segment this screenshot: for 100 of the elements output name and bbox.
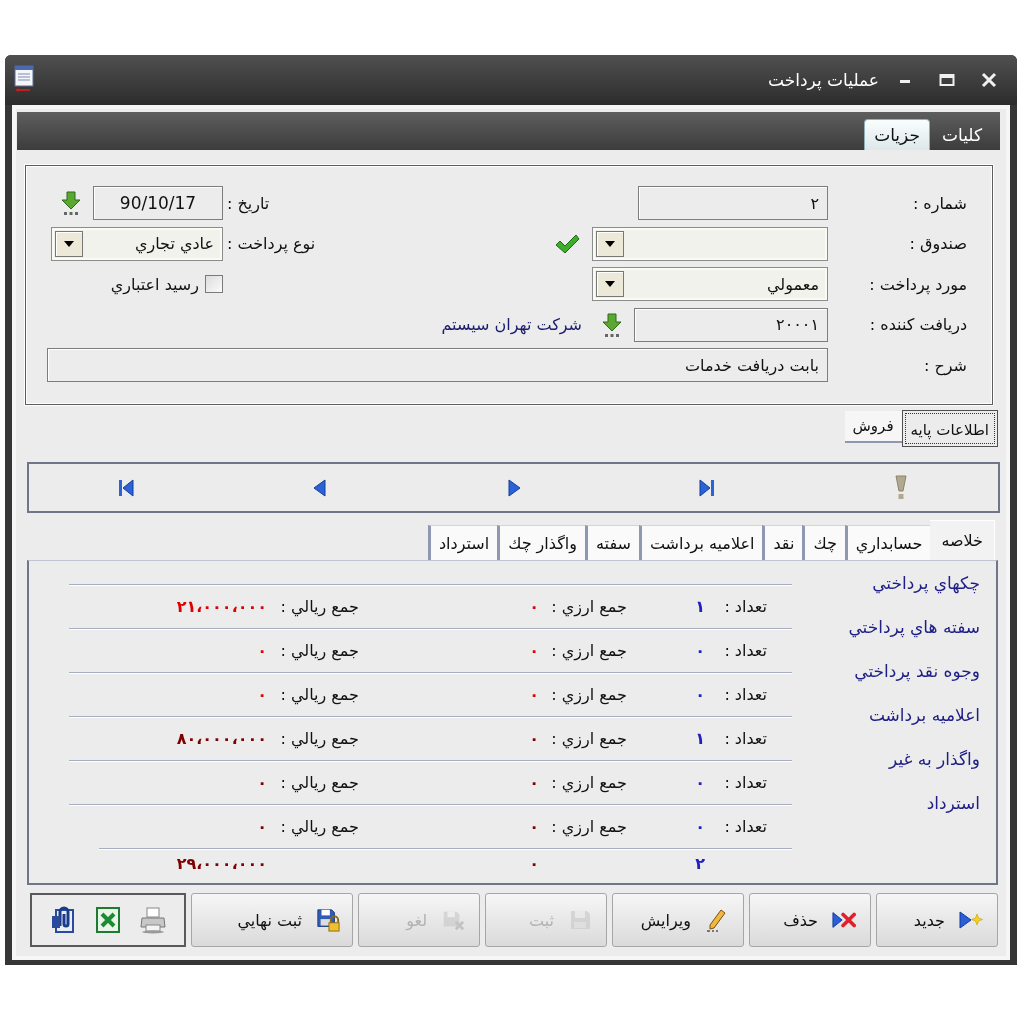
rial-total-label: جمع ريالي :	[280, 729, 359, 748]
count-value: ۰	[695, 773, 705, 792]
field-label: نوع پرداخت :	[227, 234, 316, 253]
maximize-icon[interactable]	[939, 72, 955, 88]
number-field[interactable]: ۲	[638, 186, 828, 220]
floppy-lock-icon	[316, 908, 340, 932]
rial-total-label: جمع ريالي :	[280, 773, 359, 792]
currency-grand-total: ۰	[529, 854, 539, 873]
clip-document-icon[interactable]	[49, 906, 76, 934]
exclamation-icon[interactable]	[895, 474, 908, 501]
tab[interactable]: خلاصه	[930, 520, 995, 560]
toolbar-button[interactable]: جدید	[876, 893, 998, 947]
tab[interactable]: حسابداري	[844, 525, 931, 560]
currency-total-value: ۰	[529, 773, 539, 792]
currency-total-value: ۰	[529, 597, 539, 616]
currency-total-value: ۰	[529, 685, 539, 704]
toolbar-button[interactable]: ویرایش	[612, 893, 744, 947]
tab[interactable]: چك	[802, 525, 845, 560]
tab[interactable]: فروش	[844, 411, 902, 443]
count-value: ۰	[695, 817, 705, 836]
count-label: تعداد :	[724, 773, 767, 792]
category-label: اعلاميه برداشت	[868, 704, 980, 727]
currency-total-label: جمع ارزي :	[551, 597, 627, 616]
rial-total-label: جمع ريالي :	[280, 641, 359, 660]
count-label: تعداد :	[724, 685, 767, 704]
count-label: تعداد :	[724, 597, 767, 616]
rial-total-value: ۲۱،۰۰۰،۰۰۰	[176, 597, 267, 616]
count-value: ۱	[695, 597, 705, 616]
currency-total-label: جمع ارزي :	[551, 817, 627, 836]
currency-total-label: جمع ارزي :	[551, 773, 627, 792]
field-label: شماره :	[912, 193, 967, 213]
description-field[interactable]: بابت دریافت خدمات	[47, 348, 828, 382]
category-label: واگذار به غير	[889, 748, 980, 771]
count-value: ۰	[695, 641, 705, 660]
download-arrow-icon[interactable]	[61, 191, 81, 215]
tab[interactable]: واگذار چك	[497, 525, 585, 560]
field-label: صندوق :	[909, 234, 967, 253]
rial-total-value: ۰	[257, 685, 267, 704]
payment-item-dropdown[interactable]: معمولي	[592, 267, 828, 301]
category-label: وجوه نقد پرداختي	[854, 660, 980, 684]
currency-total-value: ۰	[529, 817, 539, 836]
caret-icon	[605, 240, 615, 247]
checkbox-label: رسيد اعتباري	[110, 274, 199, 294]
tab[interactable]: سفته	[585, 525, 639, 560]
checkbox[interactable]	[205, 275, 223, 293]
rial-total-value: ۰	[257, 641, 267, 660]
caret-icon	[605, 281, 615, 287]
rial-total-value: ۸۰،۰۰۰،۰۰۰	[176, 729, 267, 748]
category-label: استرداد	[926, 792, 980, 815]
category-label: چكهاي پرداختي	[872, 572, 980, 596]
close-icon[interactable]	[981, 72, 997, 88]
dropdown-button[interactable]	[596, 230, 624, 257]
document-icon	[13, 65, 37, 93]
download-arrow-icon[interactable]	[602, 312, 622, 337]
field-label: شرح :	[923, 355, 967, 375]
receiver-field[interactable]: ۲۰۰۰۱	[634, 307, 828, 342]
arrow-left-icon[interactable]	[311, 478, 328, 497]
arrow-right-icon[interactable]	[505, 478, 522, 497]
category-label: سفته هاي پرداختي	[848, 616, 980, 640]
count-value: ۰	[695, 685, 705, 704]
field-label: دریافت کننده :	[869, 315, 967, 334]
tab[interactable]: اعلاميه برداشت	[638, 525, 763, 560]
skip-left-icon[interactable]	[117, 478, 134, 497]
skip-right-icon[interactable]	[699, 478, 716, 497]
rial-total-label: جمع ريالي :	[280, 817, 359, 836]
printer-icon[interactable]	[140, 906, 167, 934]
toolbar-button[interactable]: ثبت نهايي	[191, 893, 353, 947]
tab[interactable]: کلیات	[931, 119, 992, 150]
count-label: تعداد :	[724, 817, 767, 836]
dropdown-button[interactable]	[55, 230, 83, 257]
dropdown-button[interactable]	[596, 271, 624, 297]
tab[interactable]: اطلاعات پایه	[901, 410, 998, 447]
arrow-star-icon	[959, 908, 983, 932]
field-label: مورد پرداخت :	[869, 274, 967, 294]
count-value: ۱	[695, 729, 705, 748]
receiver-name: شرکت تهران سیستم	[441, 315, 582, 334]
tab[interactable]: جزیات	[864, 119, 930, 150]
tab[interactable]: نقد	[762, 525, 803, 560]
window-title: عملیات پرداخت	[768, 70, 879, 90]
toolbar-button[interactable]: حذف	[749, 893, 871, 947]
count-label: تعداد :	[724, 729, 767, 748]
currency-total-value: ۰	[529, 641, 539, 660]
count-label: تعداد :	[724, 641, 767, 660]
count-total: ۲	[695, 854, 705, 873]
payment-type-dropdown[interactable]: عادي تجاري	[51, 226, 223, 261]
rial-total-label: جمع ريالي :	[280, 597, 359, 616]
rial-total-label: جمع ريالي :	[280, 685, 359, 704]
check-icon	[554, 232, 580, 255]
currency-total-label: جمع ارزي :	[551, 685, 627, 704]
rial-total-value: ۰	[257, 817, 267, 836]
field-label: تاریخ :	[227, 193, 270, 213]
currency-total-value: ۰	[529, 729, 539, 748]
spreadsheet-icon[interactable]	[95, 906, 121, 934]
rial-total-value: ۰	[257, 773, 267, 792]
rial-grand-total: ۲۹،۰۰۰،۰۰۰	[176, 854, 267, 873]
floppy-icon	[568, 908, 592, 932]
date-field[interactable]: 90/10/17	[93, 186, 223, 220]
tab[interactable]: استرداد	[427, 525, 498, 560]
caret-icon	[64, 240, 74, 247]
currency-total-label: جمع ارزي :	[551, 729, 627, 748]
